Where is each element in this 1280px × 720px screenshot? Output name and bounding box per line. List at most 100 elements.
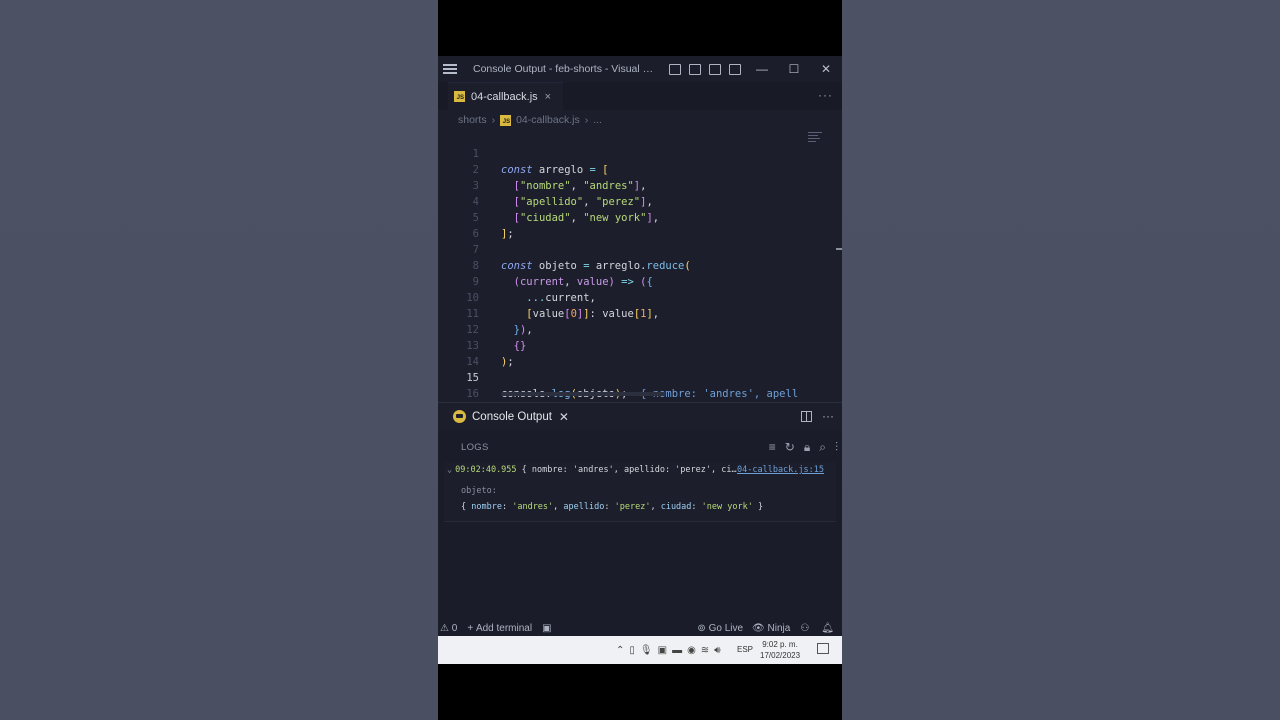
breadcrumb-more[interactable]: ... [593, 114, 602, 126]
tab-console-output[interactable]: Console Output ✕ [446, 403, 570, 431]
log-timestamp: 09:02:40.955 [455, 465, 517, 475]
plus-icon: + [467, 622, 474, 634]
code-line: 11 }), [438, 290, 842, 336]
minimize-icon[interactable]: — [746, 62, 778, 76]
close-window-icon[interactable]: ✕ [810, 62, 842, 76]
log-value: { nombre: 'andres', apellido: 'perez', c… [461, 502, 764, 512]
split-editor-icon[interactable] [801, 411, 812, 422]
code-line: 6 [438, 210, 842, 240]
maximize-icon[interactable]: ☐ [778, 62, 810, 76]
tab-label: 04-callback.js [471, 90, 538, 103]
code-line: 8 (current, value) => ({ [438, 242, 842, 288]
code-line: 14 [438, 338, 842, 368]
layout-controls [669, 63, 741, 75]
horizontal-scrollbar[interactable] [501, 392, 665, 396]
logs-header: LOGS [461, 442, 489, 453]
customize-layout-icon[interactable] [729, 63, 741, 75]
log-variable-label: objeto: [461, 486, 497, 496]
panel-tab-label: Console Output [472, 410, 552, 423]
problems-count: 0 [451, 622, 458, 634]
tab-04-callback[interactable]: JS 04-callback.js × [448, 82, 563, 110]
more-actions-icon[interactable]: ··· [818, 88, 833, 102]
toggle-panel-icon[interactable] [689, 63, 701, 75]
code-line: 16 [438, 370, 842, 400]
code-line: 3 ["apellido", "perez"], [438, 162, 842, 208]
problems-status[interactable]: ⚠ 0 [440, 623, 457, 634]
close-icon[interactable]: ✕ [559, 410, 569, 424]
add-terminal-button[interactable]: + Add terminal [467, 623, 532, 634]
code-line: 12 {} [438, 306, 842, 352]
line-number: 16 [466, 388, 479, 400]
breadcrumb-file[interactable]: 04-callback.js [516, 114, 580, 126]
vscode-window: Console Output - feb-shorts - Visual Stu… [438, 56, 842, 636]
log-summary[interactable]: ⌄ 09:02:40.955 { nombre: 'andres', apelli… [447, 465, 737, 475]
log-source-link[interactable]: 04-callback.js:15 [737, 465, 824, 475]
add-terminal-label: Add terminal [475, 622, 533, 634]
ninja-label: Ninja [767, 622, 791, 634]
eye-icon: 👁︎ [752, 622, 765, 634]
panel-header: Console Output ✕ ··· [438, 402, 842, 431]
background-right [842, 0, 1280, 720]
battery-icon[interactable]: ▬ [672, 645, 682, 656]
code-editor[interactable]: 1 const arreglo = [ 2 ["nombre", "andres… [438, 130, 842, 402]
logs-toolbar: ≡ ↻ 🔒︎ ⌕ ⫶ [769, 440, 838, 455]
code-line: 4 ["ciudad", "new york"], [438, 178, 842, 224]
window-title: Console Output - feb-shorts - Visual Stu… [473, 63, 659, 75]
code-line: 10 [value[0]]: value[1], [438, 274, 842, 320]
clock-time: 9:02 p. m. [762, 640, 798, 649]
wifi-icon[interactable]: ≋ [701, 645, 709, 656]
language-indicator[interactable]: ESP [737, 645, 753, 654]
terminal-icon[interactable]: ▣ [542, 623, 551, 634]
microphone-icon[interactable]: 🎙︎ [640, 645, 653, 656]
device-icon[interactable]: ▯ [629, 645, 635, 656]
window-controls: — ☐ ✕ [746, 62, 842, 76]
search-icon[interactable]: ⌕ [819, 440, 826, 455]
console-panel: LOGS ≡ ↻ 🔒︎ ⌕ ⫶ ⌄ 09:02:40.955 { nombre: … [438, 430, 842, 620]
network-icon[interactable]: ◉ [687, 645, 696, 656]
os-taskbar: ⌃ ▯ 🎙︎ ▣ ▬ ◉ ≋ 🔊︎ ESP 9:02 p. m. 17/02/2… [438, 636, 842, 664]
log-summary-text: { nombre: 'andres', apellido: 'perez', c… [516, 465, 737, 475]
warning-icon: ⚠ [440, 622, 449, 634]
filter-settings-icon[interactable]: ⫶ [835, 440, 838, 455]
bell-icon[interactable]: 🔔︎ [821, 623, 834, 634]
breadcrumb: shorts › JS 04-callback.js › ... [438, 110, 842, 130]
title-bar: Console Output - feb-shorts - Visual Stu… [438, 56, 842, 82]
accounts-icon[interactable]: ⚇ [800, 623, 809, 634]
editor-tab-bar: JS 04-callback.js × ··· [438, 82, 842, 110]
broadcast-icon: ⊚ [697, 622, 706, 634]
code-line: 13 ); [438, 322, 842, 368]
chevron-down-icon[interactable]: ⌄ [447, 465, 452, 475]
notification-icon[interactable] [817, 643, 829, 654]
clock[interactable]: 9:02 p. m. 17/02/2023 [760, 639, 800, 661]
background-left [0, 0, 438, 720]
display-icon[interactable]: ▣ [658, 645, 667, 656]
chevron-right-icon: › [584, 114, 589, 126]
code-line: 7 const objeto = arreglo.reduce( [438, 226, 842, 272]
clear-logs-icon[interactable]: ≡ [769, 440, 776, 455]
toggle-sidebar-icon[interactable] [669, 63, 681, 75]
chevron-right-icon: › [491, 114, 496, 126]
refresh-icon[interactable]: ↻ [785, 440, 795, 455]
toggle-secondary-sidebar-icon[interactable] [709, 63, 721, 75]
ninja-button[interactable]: 👁︎ Ninja [752, 623, 790, 634]
go-live-label: Go Live [708, 622, 744, 634]
breadcrumb-folder[interactable]: shorts [458, 114, 487, 126]
javascript-file-icon: JS [454, 91, 465, 102]
minimap[interactable] [808, 132, 822, 146]
volume-icon[interactable]: 🔊︎ [714, 645, 720, 656]
log-entry[interactable]: ⌄ 09:02:40.955 { nombre: 'andres', apelli… [444, 462, 836, 522]
code-line-active: 15 console.log(objeto); { nombre: 'andre… [438, 354, 842, 400]
status-bar: ⚠ 0 + Add terminal ▣ ⊚ Go Live 👁︎ Ninja … [438, 620, 842, 636]
tab-close-icon[interactable]: × [545, 91, 551, 103]
code-line: 1 const arreglo = [ [438, 130, 842, 176]
lock-icon[interactable]: 🔒︎ [804, 440, 810, 455]
code-line: 5 ]; [438, 194, 842, 240]
javascript-file-icon: JS [500, 114, 512, 126]
chevron-up-icon[interactable]: ⌃ [616, 645, 624, 656]
system-tray: ⌃ ▯ 🎙︎ ▣ ▬ ◉ ≋ 🔊︎ [616, 636, 721, 664]
panel-actions: ··· [801, 409, 834, 423]
more-actions-icon[interactable]: ··· [822, 409, 834, 423]
go-live-button[interactable]: ⊚ Go Live [697, 623, 743, 634]
hamburger-menu-icon[interactable] [443, 64, 457, 74]
code-line: 2 ["nombre", "andres"], [438, 146, 842, 192]
